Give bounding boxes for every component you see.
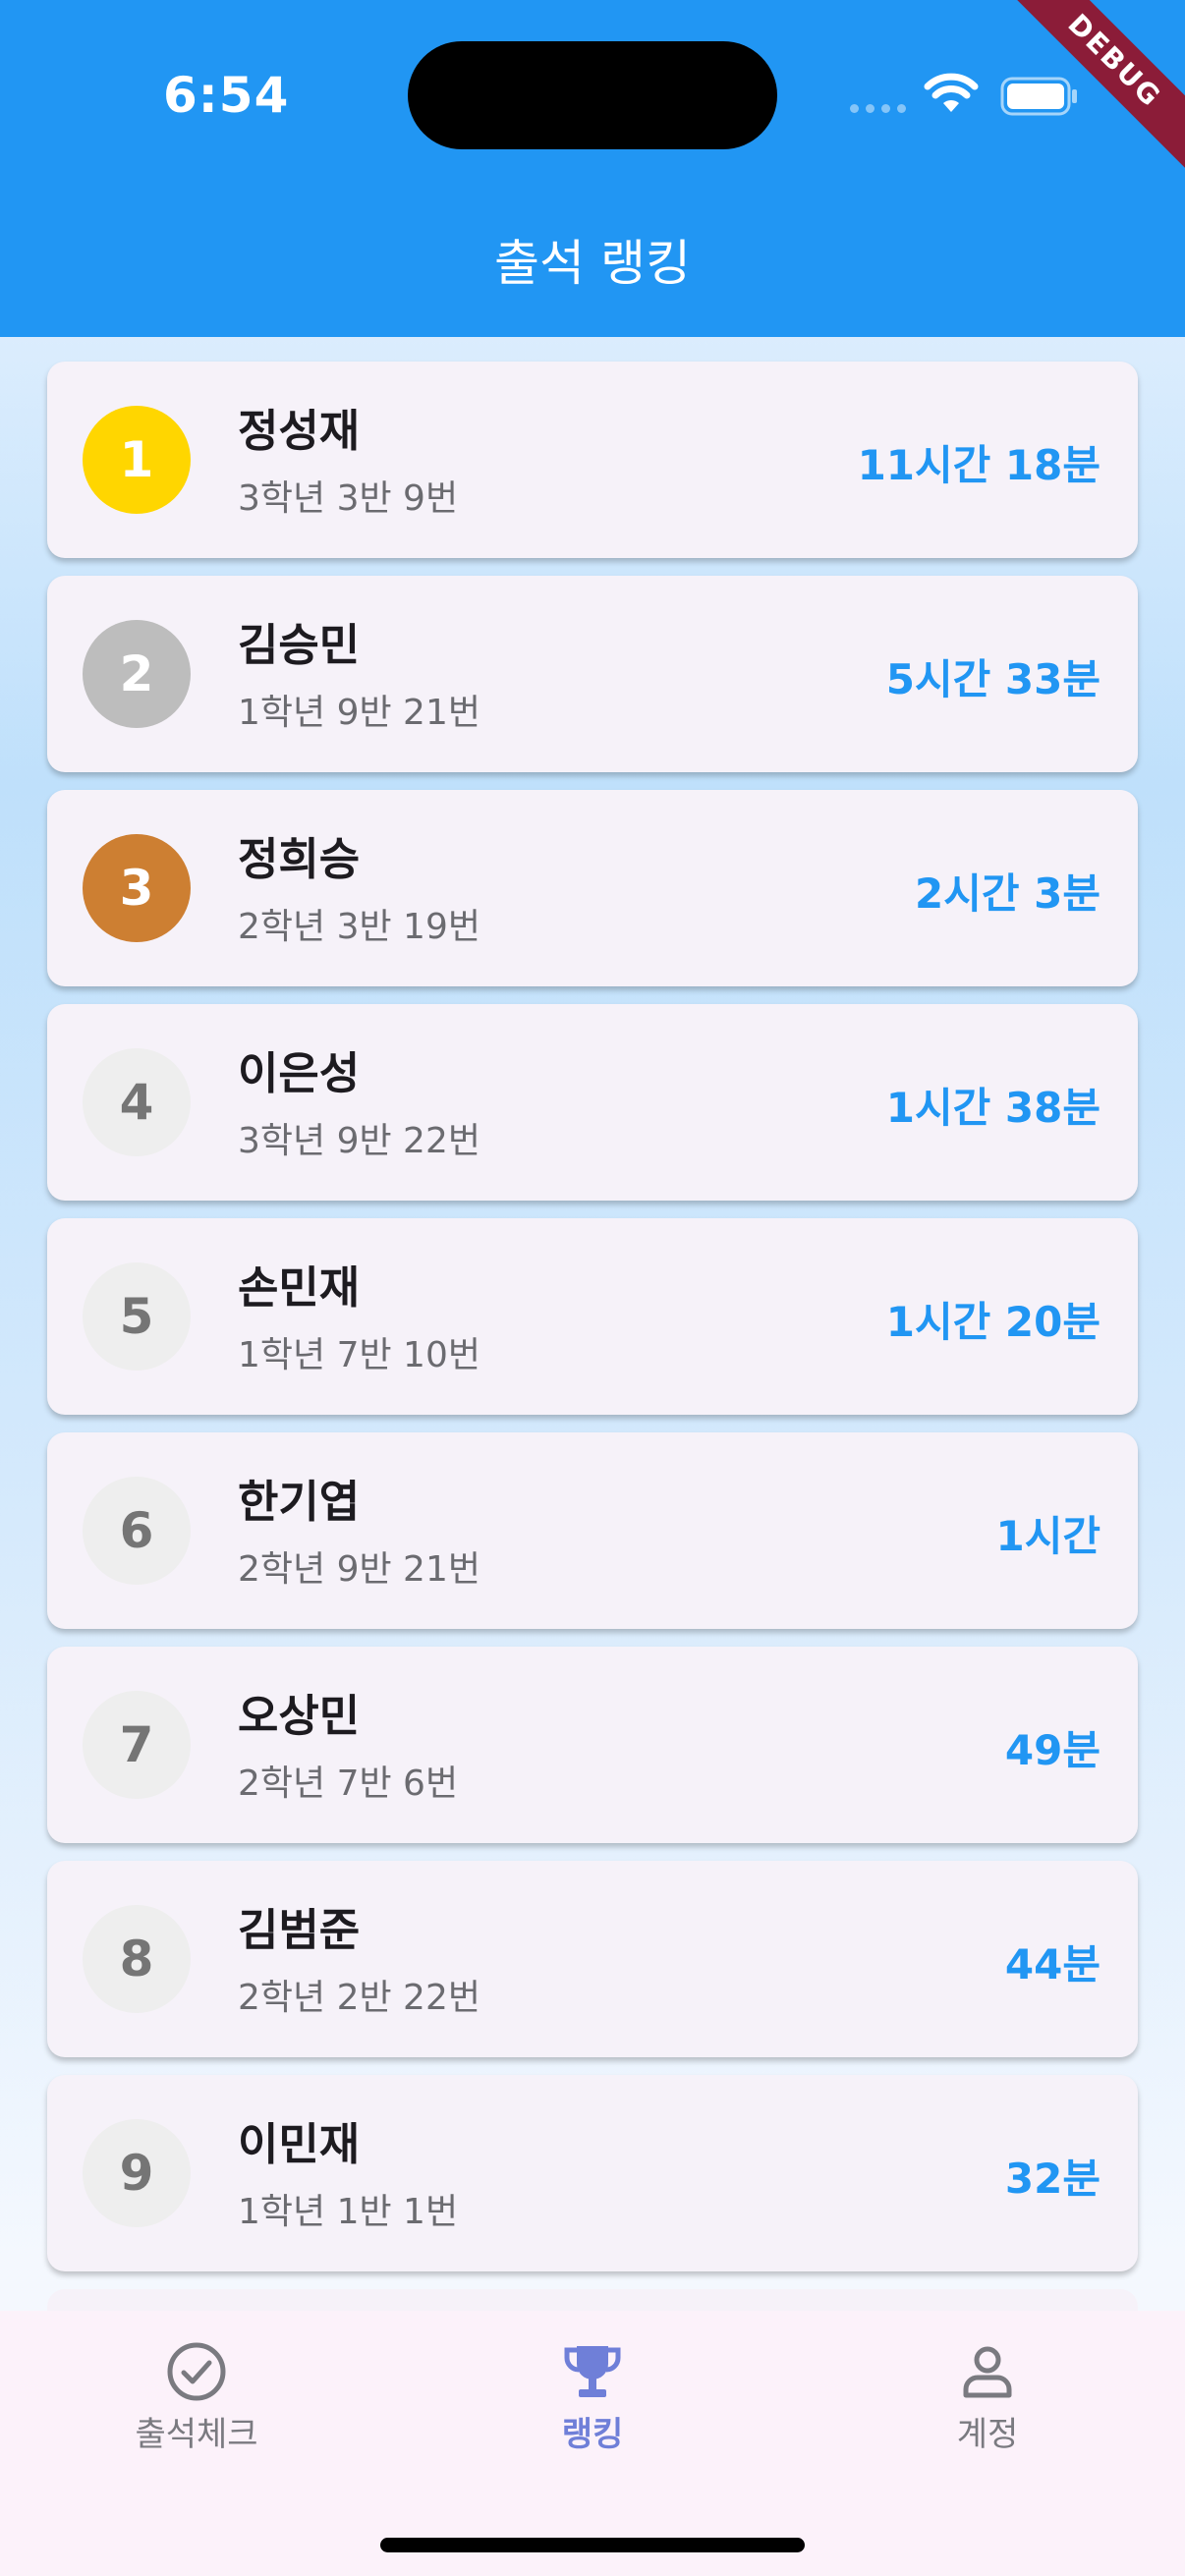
battery-icon: [1000, 77, 1077, 116]
nav-label: 랭킹: [561, 2415, 624, 2454]
student-name: 손민재: [238, 1261, 361, 1314]
nav-item-attendance[interactable]: 출석체크: [79, 2340, 314, 2455]
home-indicator: [380, 2538, 805, 2552]
ranking-card[interactable]: 2 김승민 1학년 9반 21번 5시간 33분: [47, 576, 1138, 772]
attendance-time: 49분: [1004, 1726, 1100, 1774]
student-name: 오상민: [238, 1690, 361, 1742]
ranking-card[interactable]: 1 정성재 3학년 3반 9번 11시간 18분: [47, 362, 1138, 558]
student-name: 정희승: [238, 833, 361, 885]
wifi-icon: [924, 73, 979, 112]
person-icon: [963, 2346, 1012, 2398]
student-class-info: 1학년 9반 21번: [238, 693, 480, 733]
student-name: 이민재: [238, 2118, 361, 2170]
attendance-time: 44분: [1004, 1940, 1100, 1988]
rank-badge: 7: [83, 1691, 191, 1799]
ranking-card[interactable]: 4 이은성 3학년 9반 22번 1시간 38분: [47, 1004, 1138, 1201]
student-name: 이은성: [238, 1047, 361, 1099]
rank-badge: 5: [83, 1262, 191, 1371]
ranking-card[interactable]: 3 정희승 2학년 3반 19번 2시간 3분: [47, 790, 1138, 986]
page-title: 출석 랭킹: [494, 235, 691, 292]
nav-label: 출석체크: [135, 2415, 258, 2454]
student-class-info: 1학년 1반 1번: [238, 2192, 459, 2232]
nav-item-ranking[interactable]: 랭킹: [475, 2340, 710, 2455]
rank-badge: 4: [83, 1048, 191, 1156]
dynamic-island: [408, 41, 777, 149]
student-class-info: 3학년 3반 9번: [238, 478, 459, 519]
student-class-info: 3학년 9반 22번: [238, 1121, 480, 1161]
trophy-icon: [564, 2346, 621, 2397]
attendance-time: 11시간 18분: [857, 441, 1100, 489]
student-name: 김범준: [238, 1904, 361, 1956]
bottom-navigation-bar: 출석체크 랭킹 계정: [0, 2311, 1185, 2576]
rank-badge: 1: [83, 406, 191, 514]
student-class-info: 2학년 3반 19번: [238, 907, 480, 947]
ranking-card[interactable]: 5 손민재 1학년 7반 10번 1시간 20분: [47, 1218, 1138, 1415]
status-time: 6:54: [163, 67, 290, 124]
rank-badge: 6: [83, 1477, 191, 1585]
attendance-time: 32분: [1004, 2155, 1100, 2203]
student-class-info: 2학년 9반 21번: [238, 1549, 480, 1590]
student-class-info: 2학년 2반 22번: [238, 1978, 480, 2018]
attendance-time: 1시간 20분: [885, 1298, 1100, 1346]
ranking-card[interactable]: 7 오상민 2학년 7반 6번 49분: [47, 1647, 1138, 1843]
ranking-card[interactable]: 6 한기엽 2학년 9반 21번 1시간: [47, 1432, 1138, 1629]
rank-badge: 9: [83, 2119, 191, 2227]
check-circle-icon: [167, 2342, 226, 2401]
ranking-card[interactable]: 9 이민재 1학년 1반 1번 32분: [47, 2075, 1138, 2271]
rank-badge: 3: [83, 834, 191, 942]
attendance-time: 2시간 3분: [915, 869, 1100, 918]
nav-label: 계정: [956, 2415, 1019, 2454]
app-bar: 6:54 출석 랭킹: [0, 0, 1185, 337]
attendance-time: 1시간: [995, 1512, 1100, 1560]
rank-badge: 8: [83, 1905, 191, 2013]
student-class-info: 1학년 7반 10번: [238, 1335, 480, 1375]
cellular-signal-icon: [850, 104, 907, 114]
student-name: 한기엽: [238, 1476, 361, 1528]
student-name: 김승민: [238, 619, 361, 671]
ranking-card[interactable]: 8 김범준 2학년 2반 22번 44분: [47, 1861, 1138, 2057]
rank-badge: 2: [83, 620, 191, 728]
nav-item-account[interactable]: 계정: [870, 2340, 1105, 2455]
student-name: 정성재: [238, 405, 361, 457]
attendance-time: 5시간 33분: [885, 655, 1100, 703]
attendance-time: 1시간 38분: [885, 1084, 1100, 1132]
student-class-info: 2학년 7반 6번: [238, 1764, 459, 1804]
